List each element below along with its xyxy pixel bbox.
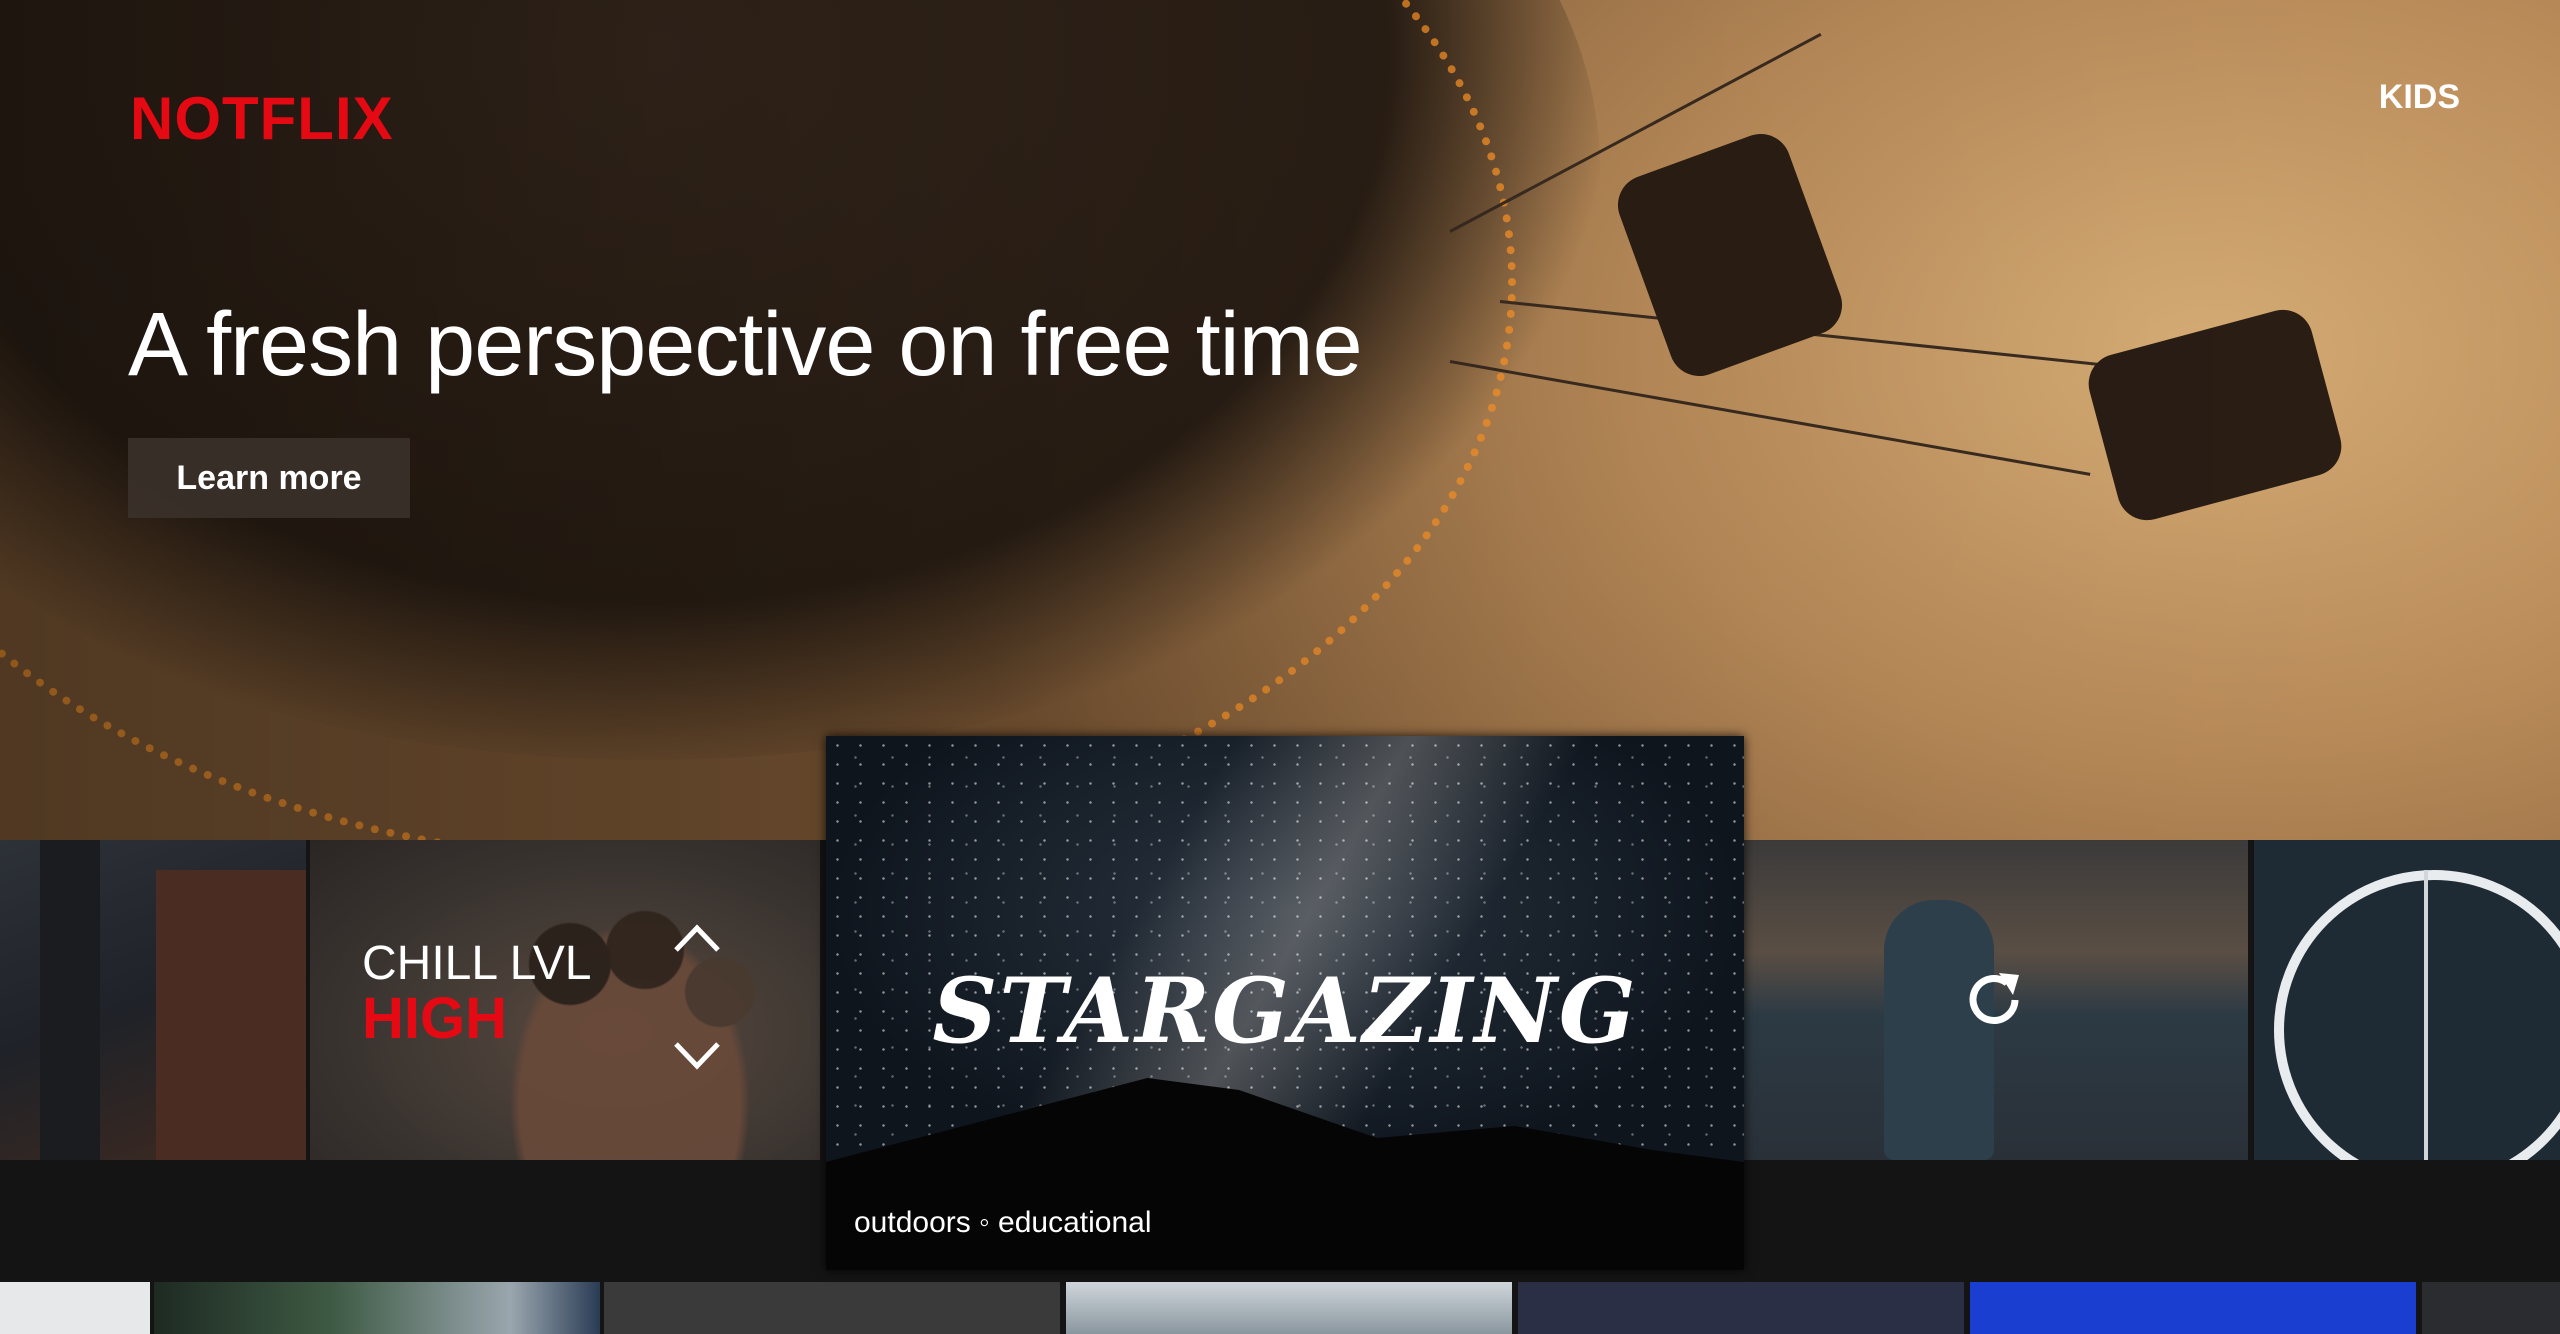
row2-tile[interactable]: [1066, 1282, 1512, 1334]
tile-chill-level[interactable]: CHILL LVL HIGH: [310, 840, 820, 1160]
hero-banner: NOTFLIX KIDS A fresh perspective on free…: [0, 0, 2560, 840]
row2-tile[interactable]: [604, 1282, 1060, 1334]
tile-image-wheel: [2274, 870, 2560, 1160]
row2-tile[interactable]: [154, 1282, 600, 1334]
chill-level-value: HIGH: [362, 986, 507, 1051]
chill-level-label: CHILL LVL: [362, 937, 592, 990]
chevron-down-icon[interactable]: [672, 1040, 722, 1074]
tile-street[interactable]: [0, 840, 306, 1160]
refresh-icon[interactable]: [1959, 965, 2029, 1035]
learn-more-button[interactable]: Learn more: [128, 438, 410, 518]
tile-ferris-wheel[interactable]: [2254, 840, 2560, 1160]
row2-tile[interactable]: [1970, 1282, 2416, 1334]
tile-image-shape: [40, 840, 100, 1160]
tile-image-people: [480, 880, 780, 1160]
chevron-up-icon[interactable]: [672, 920, 722, 954]
tile-image-spoke: [2424, 870, 2428, 1160]
row2-tile[interactable]: [0, 1282, 150, 1334]
tile-image-shape: [156, 870, 306, 1160]
brand-logo[interactable]: NOTFLIX: [130, 84, 394, 153]
row2-tile[interactable]: [2422, 1282, 2560, 1334]
featured-title: STARGAZING: [932, 958, 1638, 1064]
hero-title: A fresh perspective on free time: [128, 295, 1363, 395]
kids-link[interactable]: KIDS: [2379, 78, 2460, 117]
row2-tile[interactable]: [1518, 1282, 1964, 1334]
featured-tile-stargazing[interactable]: STARGAZING outdoors ◦ educational: [826, 736, 1744, 1270]
tile-yoga[interactable]: [1744, 840, 2248, 1160]
featured-tags: outdoors ◦ educational: [854, 1206, 1152, 1239]
